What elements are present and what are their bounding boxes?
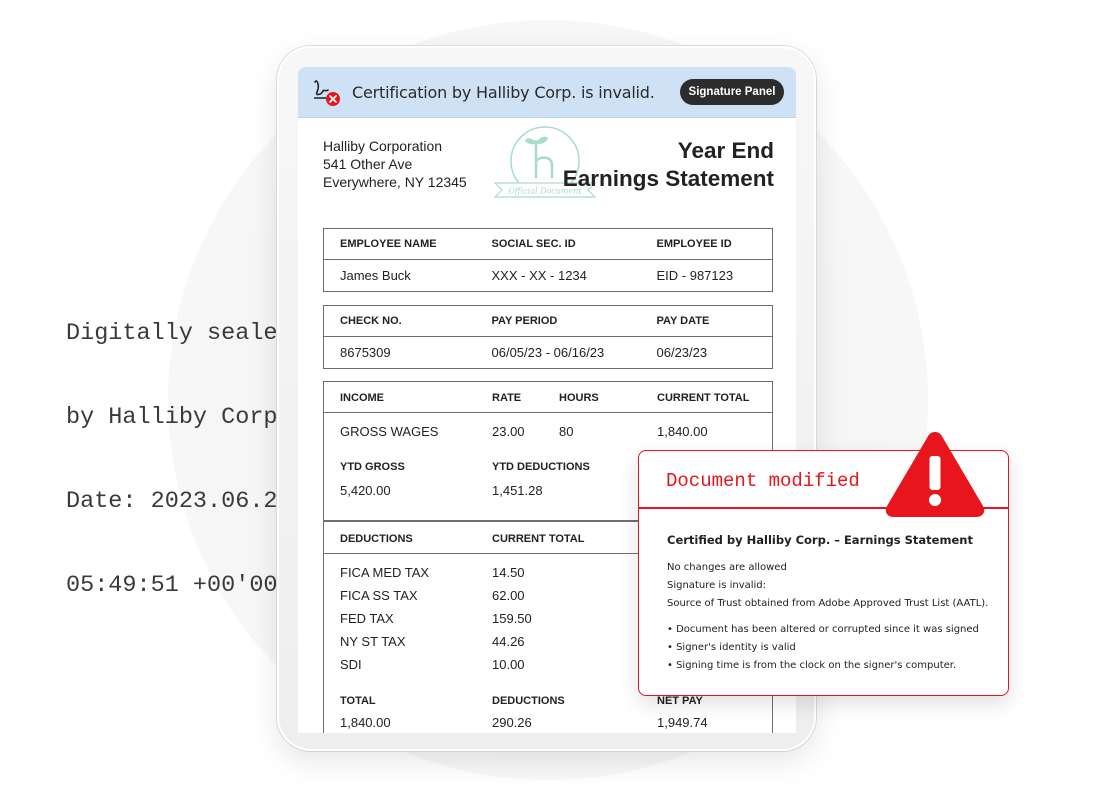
deduction-value: 44.26 — [492, 634, 525, 649]
certification-bar: Certification by Halliby Corp. is invali… — [298, 67, 796, 118]
column-header: CURRENT TOTAL — [657, 392, 750, 404]
warning-triangle-icon — [885, 432, 985, 517]
popup-line: Source of Trust obtained from Adobe Appr… — [667, 598, 989, 609]
income-type: GROSS WAGES — [340, 424, 439, 439]
column-header: RATE — [492, 392, 522, 404]
check-number: 8675309 — [323, 336, 476, 369]
seal-line: by Halliby Corp. — [66, 404, 278, 431]
seal-line: Digitally sealed — [66, 320, 278, 347]
signature-invalid-icon — [314, 80, 340, 106]
signature-panel-button[interactable]: Signature Panel — [680, 79, 784, 105]
column-header: INCOME — [340, 392, 384, 404]
ytd-gross-label: YTD GROSS — [340, 461, 405, 473]
company-name: Halliby Corporation — [323, 138, 443, 154]
check-info-table: CHECK NO. PAY PERIOD PAY DATE 8675309 06… — [323, 305, 773, 369]
title-line-1: Year End — [677, 138, 774, 163]
deduction-value: 62.00 — [492, 588, 525, 603]
employee-name: James Buck — [323, 259, 476, 292]
ytd-gross-value: 5,420.00 — [340, 483, 391, 498]
pay-date: 06/23/23 — [640, 336, 773, 369]
column-header: PAY PERIOD — [491, 315, 558, 327]
net-pay-label: NET PAY — [657, 695, 703, 707]
company-city: Everywhere, NY 12345 — [323, 174, 467, 190]
column-header: HOURS — [559, 392, 599, 404]
company-street: 541 Other Ave — [323, 156, 413, 172]
income-hours: 80 — [559, 424, 574, 439]
deduction-name: FED TAX — [340, 611, 394, 626]
deduction-value: 159.50 — [492, 611, 532, 626]
deduction-name: NY ST TAX — [340, 634, 406, 649]
popup-bullet: • Signer's identity is valid — [667, 642, 796, 653]
total-label: TOTAL — [340, 695, 376, 707]
statement-title: Year End Earnings Statement — [563, 137, 774, 193]
ytd-deductions-value: 1,451.28 — [492, 483, 543, 498]
column-header: CURRENT TOTAL — [492, 533, 585, 545]
ytd-deductions-label: YTD DEDUCTIONS — [492, 461, 590, 473]
deduction-value: 14.50 — [492, 565, 525, 580]
popup-line: Signature is invalid: — [667, 580, 767, 591]
popup-title: Document modified — [666, 470, 860, 492]
employee-info-table: EMPLOYEE NAME SOCIAL SEC. ID EMPLOYEE ID… — [323, 228, 773, 292]
popup-heading: Certified by Halliby Corp. – Earnings St… — [667, 533, 973, 547]
income-rate: 23.00 — [492, 424, 525, 439]
deductions-total-label: DEDUCTIONS — [492, 695, 565, 707]
deduction-name: FICA SS TAX — [340, 588, 418, 603]
income-current-total: 1,840.00 — [657, 424, 708, 439]
seal-line: 05:49:51 +00'00' — [66, 572, 278, 599]
popup-body: Certified by Halliby Corp. – Earnings St… — [667, 533, 988, 675]
popup-bullet: • Document has been altered or corrupted… — [667, 624, 979, 635]
column-header: DEDUCTIONS — [340, 533, 413, 545]
popup-line: No changes are allowed — [667, 562, 787, 573]
column-header: EMPLOYEE NAME — [340, 238, 437, 250]
seal-line: Date: 2023.06.23 — [66, 488, 278, 515]
total-value: 1,840.00 — [340, 715, 391, 730]
digital-seal-text: Digitally sealed by Halliby Corp. Date: … — [66, 264, 278, 628]
company-address: Halliby Corporation 541 Other Ave Everyw… — [323, 137, 467, 191]
deduction-name: FICA MED TAX — [340, 565, 430, 580]
column-header: SOCIAL SEC. ID — [491, 238, 576, 250]
net-pay-value: 1,949.74 — [657, 715, 708, 730]
divider — [324, 412, 772, 413]
employee-id: EID - 987123 — [640, 259, 773, 292]
column-header: EMPLOYEE ID — [656, 238, 732, 250]
column-header: CHECK NO. — [340, 315, 402, 327]
deduction-name: SDI — [340, 657, 362, 672]
pay-period: 06/05/23 - 06/16/23 — [475, 336, 641, 369]
certification-status-text: Certification by Halliby Corp. is invali… — [352, 83, 655, 102]
deduction-value: 10.00 — [492, 657, 525, 672]
title-line-2: Earnings Statement — [562, 166, 774, 191]
social-sec-id: XXX - XX - 1234 — [475, 259, 641, 292]
column-header: PAY DATE — [656, 315, 710, 327]
deductions-total-value: 290.26 — [492, 715, 532, 730]
popup-bullet: • Signing time is from the clock on the … — [667, 660, 957, 671]
